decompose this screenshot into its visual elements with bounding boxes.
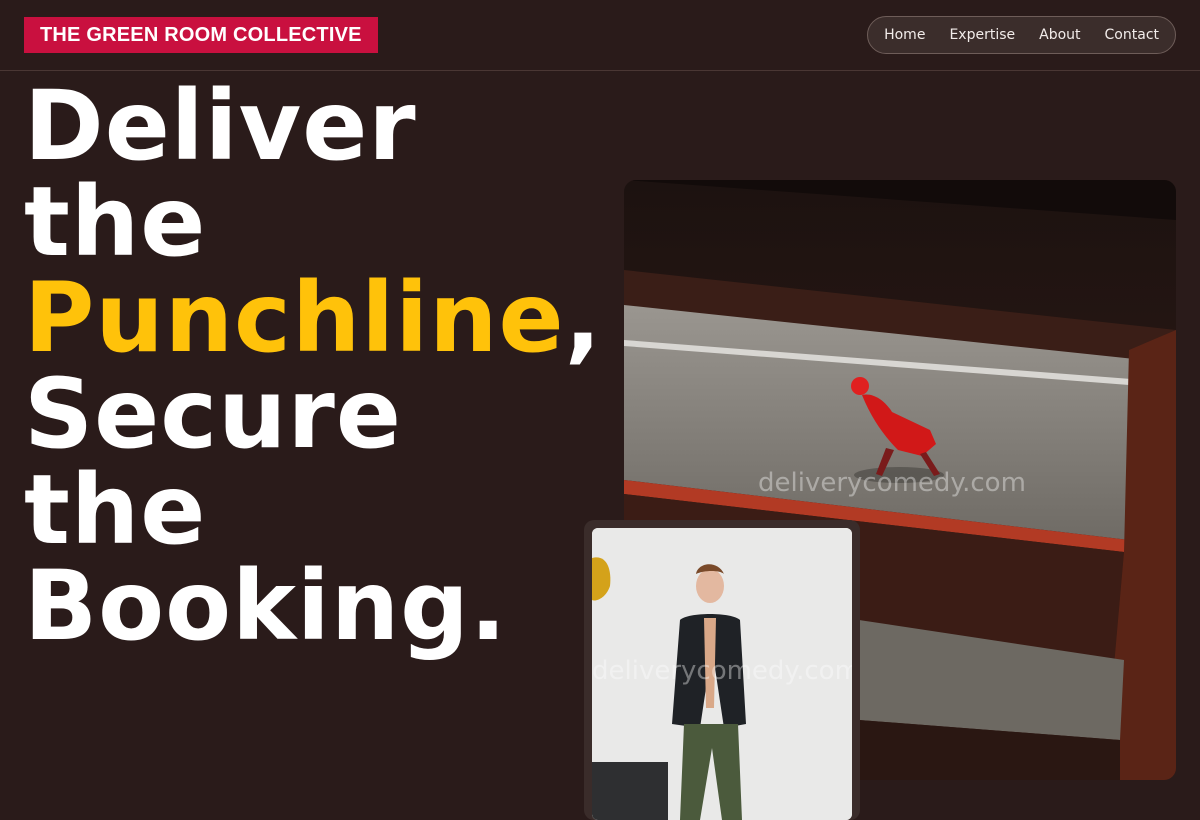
hero-line-3: Punchline,	[24, 270, 602, 366]
nav-contact-link[interactable]: Contact	[1093, 17, 1171, 53]
nav-home-link[interactable]: Home	[872, 17, 937, 53]
site-header: THE GREEN ROOM COLLECTIVE Home Expertise…	[0, 0, 1200, 71]
nav-expertise-link[interactable]: Expertise	[937, 17, 1027, 53]
nav-about-link[interactable]: About	[1027, 17, 1092, 53]
hero-line-5: the	[24, 454, 207, 566]
main-nav: Home Expertise About Contact	[867, 16, 1176, 54]
hero-secondary-photo-frame: deliverycomedy.com	[584, 520, 860, 820]
hero-line-6: Booking.	[24, 550, 508, 662]
main-photo-watermark: deliverycomedy.com	[758, 468, 1026, 498]
hero-comma: ,	[564, 262, 603, 374]
hero-line-2: the	[24, 166, 207, 278]
hero-secondary-photo: deliverycomedy.com	[592, 528, 852, 820]
hero-line-1: Deliver	[24, 70, 417, 182]
hero-line-4: Secure	[24, 358, 402, 470]
secondary-photo-watermark: deliverycomedy.com	[592, 656, 852, 686]
brand-logo[interactable]: THE GREEN ROOM COLLECTIVE	[24, 17, 378, 53]
hero-headline: Deliver the Punchline, Secure the Bookin…	[24, 78, 602, 654]
